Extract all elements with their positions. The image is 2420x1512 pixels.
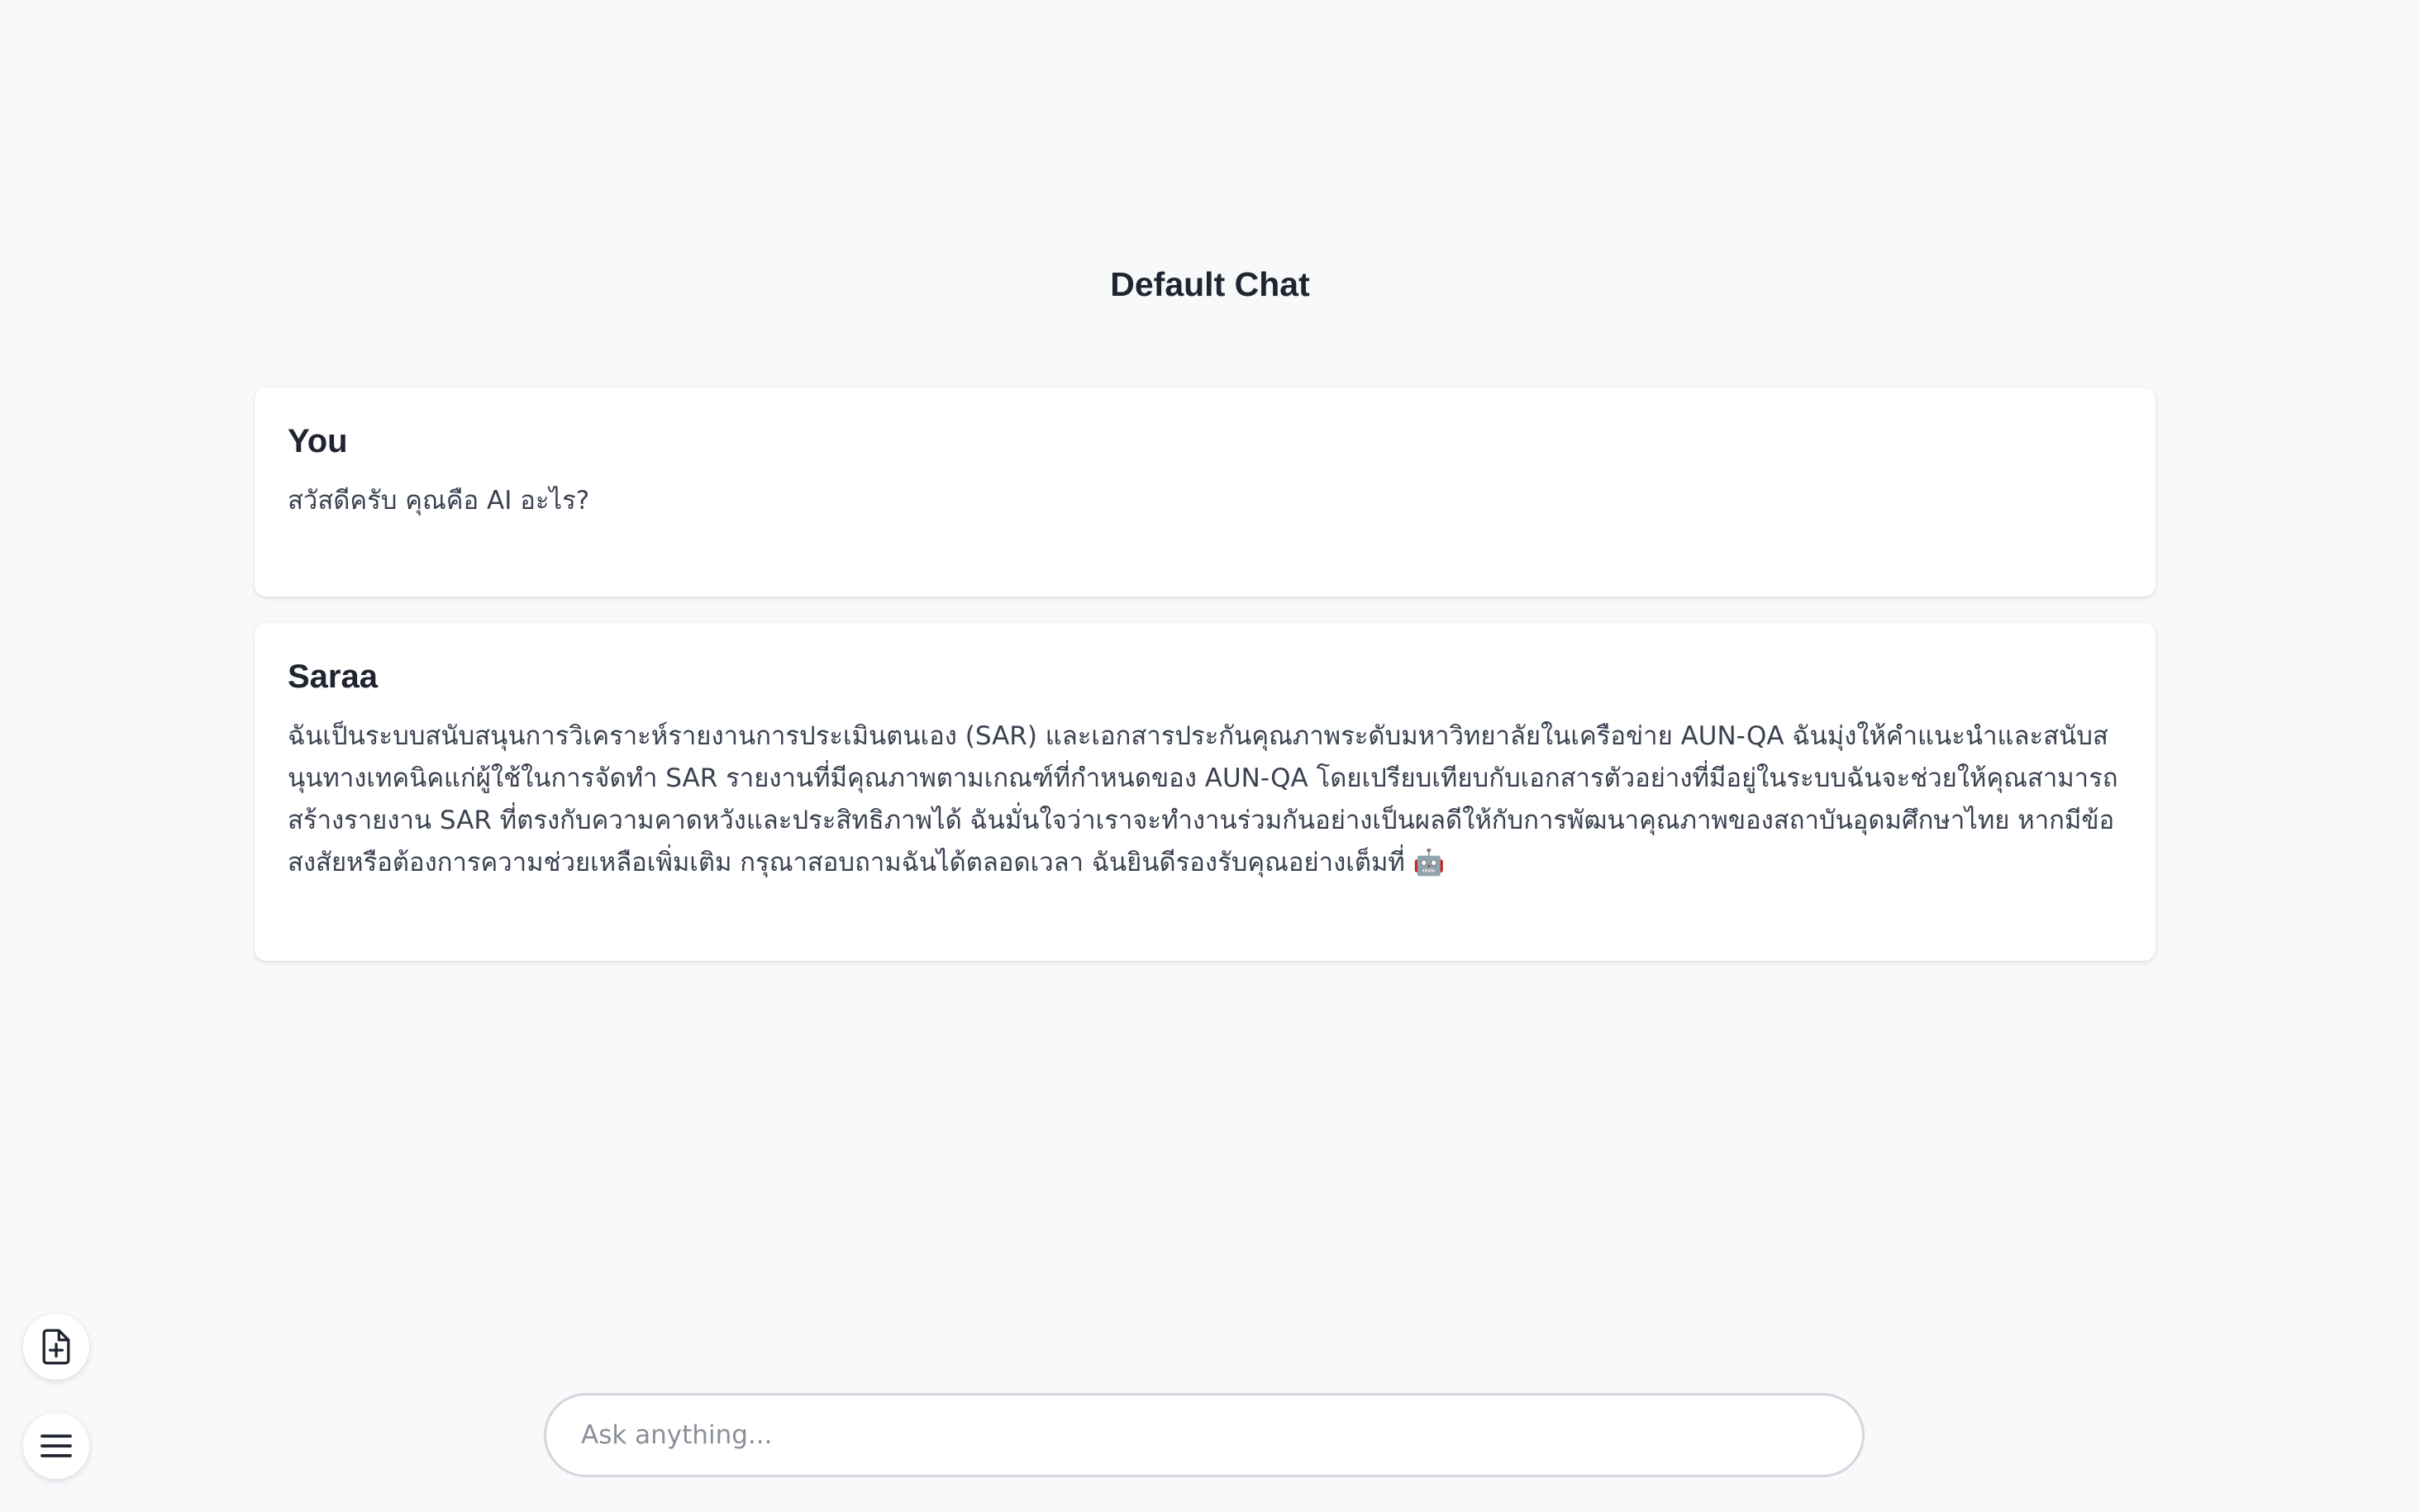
message-author: Saraa: [288, 659, 378, 695]
hamburger-menu-icon: [40, 1434, 72, 1457]
new-document-button[interactable]: [23, 1314, 89, 1380]
page-title: Default Chat: [1110, 265, 1310, 303]
message-list: You สวัสดีครับ คุณคือ AI อะไร? Saraa ฉัน…: [255, 388, 2156, 961]
message-card-assistant: Saraa ฉันเป็นระบบสนับสนุนการวิเคราะห์ราย…: [255, 623, 2156, 961]
composer: [544, 1393, 1865, 1477]
message-text: สวัสดีครับ คุณคือ AI อะไร?: [288, 486, 590, 516]
menu-button[interactable]: [23, 1413, 89, 1479]
file-plus-icon: [42, 1329, 70, 1365]
message-text: ฉันเป็นระบบสนับสนุนการวิเคราะห์รายงานการ…: [288, 721, 2118, 877]
chat-input[interactable]: [579, 1419, 1829, 1451]
message-card-user: You สวัสดีครับ คุณคือ AI อะไร?: [255, 388, 2156, 597]
message-author: You: [288, 423, 348, 459]
